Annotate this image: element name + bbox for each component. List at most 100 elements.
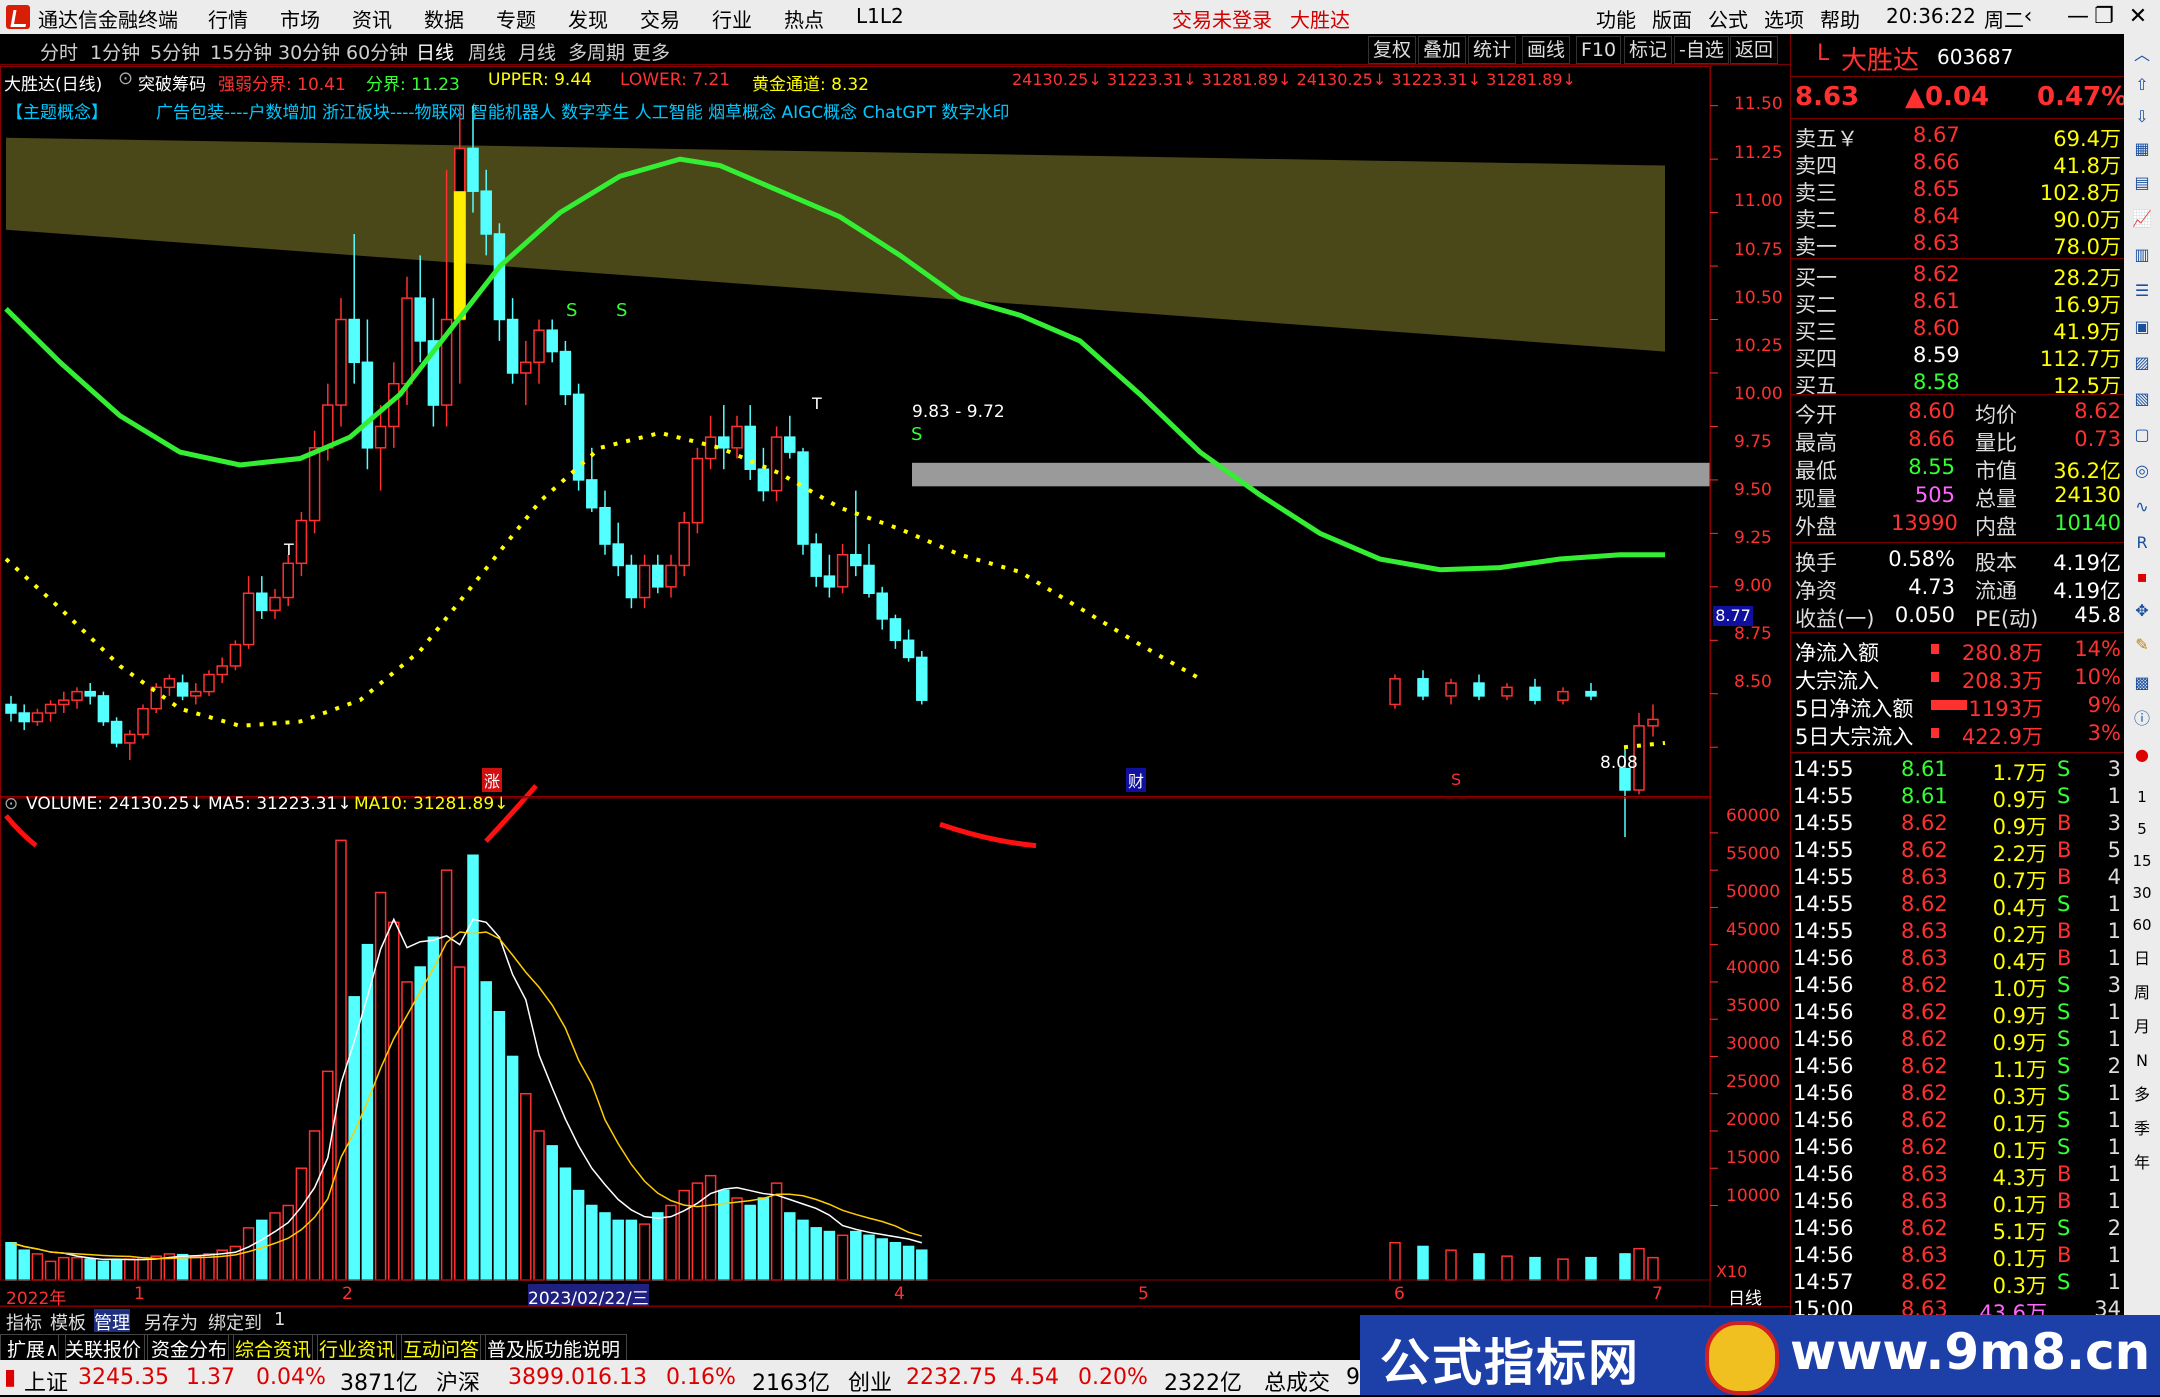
candle-body xyxy=(480,190,492,235)
menu-options[interactable]: 选项 xyxy=(1764,4,1804,33)
tool-mark[interactable]: 标记 xyxy=(1624,36,1673,64)
volume-settings-icon[interactable]: ⊙ xyxy=(4,794,18,814)
tool-back[interactable]: 返回 xyxy=(1730,36,1779,64)
book-row[interactable]: 卖三 8.65 102.8万 xyxy=(1791,176,2125,205)
kline-icon[interactable]: ▥ xyxy=(2129,242,2155,268)
side-tab-month[interactable]: 月 xyxy=(2129,1014,2155,1040)
book-row[interactable]: 买二 8.61 16.9万 xyxy=(1791,288,2125,317)
menu-market[interactable]: 市场 xyxy=(280,4,320,33)
move-icon[interactable]: ✥ xyxy=(2129,598,2155,624)
restore-icon[interactable]: ❐ xyxy=(2086,2,2122,32)
book-row[interactable]: 买五 8.58 12.5万 xyxy=(1791,369,2125,398)
menu-help[interactable]: 帮助 xyxy=(1820,4,1860,33)
finance-icon[interactable]: ▣ xyxy=(2129,314,2155,340)
sh-label[interactable]: 上证 xyxy=(24,1365,68,1397)
menu-discover[interactable]: 发现 xyxy=(568,4,608,33)
tool-watchlist[interactable]: -自选 xyxy=(1674,36,1729,64)
rsi-icon[interactable]: R xyxy=(2129,530,2155,556)
scroll-up-icon[interactable]: ⇧ xyxy=(2129,72,2155,98)
menu-l1l2[interactable]: L1L2 xyxy=(856,4,904,28)
tab-capital-dist[interactable]: 资金分布 xyxy=(144,1334,235,1363)
side-tab-week[interactable]: 周 xyxy=(2129,980,2155,1006)
hs-label[interactable]: 沪深 xyxy=(436,1365,480,1397)
chart-icon[interactable]: 📈 xyxy=(2129,206,2155,232)
close-icon[interactable]: ✕ xyxy=(2120,2,2156,32)
volume-bar xyxy=(889,1241,902,1281)
target-icon[interactable]: ◎ xyxy=(2129,458,2155,484)
side-num[interactable]: 60 xyxy=(2129,912,2155,938)
period-monthly[interactable]: 月线 xyxy=(518,38,556,65)
period-1min[interactable]: 1分钟 xyxy=(90,38,140,65)
watermark-logo-icon xyxy=(1705,1321,1779,1395)
tab-related-quotes[interactable]: 关联报价 xyxy=(58,1334,149,1363)
side-tab-n[interactable]: N xyxy=(2129,1048,2155,1074)
book-row[interactable]: 卖五￥ 8.67 69.4万 xyxy=(1791,122,2125,151)
wave-icon[interactable]: ∿ xyxy=(2129,494,2155,520)
list-icon[interactable]: ☰ xyxy=(2129,278,2155,304)
menu-formula[interactable]: 公式 xyxy=(1708,4,1748,33)
kline-chart[interactable] xyxy=(0,66,1790,1306)
side-num[interactable]: 1 xyxy=(2129,784,2155,810)
window-icon[interactable]: ▢ xyxy=(2129,422,2155,448)
side-num[interactable]: 30 xyxy=(2129,880,2155,906)
period-multi[interactable]: 多周期 xyxy=(568,38,625,65)
tab-extend[interactable]: 扩展∧ xyxy=(0,1334,66,1363)
tool-draw[interactable]: 画线 xyxy=(1522,36,1571,64)
tab-general-news[interactable]: 综合资讯 xyxy=(228,1334,319,1363)
book-row[interactable]: 卖一 8.63 78.0万 xyxy=(1791,230,2125,259)
fs-icon[interactable]: ▩ xyxy=(2129,670,2155,696)
info-icon[interactable]: ⓘ xyxy=(2129,706,2155,732)
period-daily[interactable]: 日线 xyxy=(416,38,454,65)
period-5min[interactable]: 5分钟 xyxy=(150,38,200,65)
tab-qa[interactable]: 互动问答 xyxy=(396,1334,487,1363)
login-status[interactable]: 交易未登录 xyxy=(1172,4,1272,33)
period-more[interactable]: 更多 xyxy=(632,38,670,65)
date-tick: 1 xyxy=(134,1284,145,1304)
f10-icon[interactable]: ▨ xyxy=(2129,350,2155,376)
tool-f10[interactable]: F10 xyxy=(1576,36,1622,64)
tool-stats[interactable]: 统计 xyxy=(1468,36,1517,64)
side-tab-year[interactable]: 年 xyxy=(2129,1150,2155,1176)
menu-trade[interactable]: 交易 xyxy=(640,4,680,33)
finance-event-mark[interactable]: 财 xyxy=(1126,768,1147,792)
menu-hot[interactable]: 热点 xyxy=(784,4,824,33)
pen-icon[interactable]: ✎ xyxy=(2129,632,2155,658)
cy-label[interactable]: 创业 xyxy=(848,1365,892,1397)
tool-overlay[interactable]: 叠加 xyxy=(1418,36,1467,64)
book-row[interactable]: 卖二 8.64 90.0万 xyxy=(1791,203,2125,232)
table-icon[interactable]: ▤ xyxy=(2129,170,2155,196)
tab-industry-news[interactable]: 行业资讯 xyxy=(312,1334,403,1363)
period-weekly[interactable]: 周线 xyxy=(468,38,506,65)
period-15min[interactable]: 15分钟 xyxy=(210,38,272,65)
period-60min[interactable]: 60分钟 xyxy=(346,38,408,65)
book-row[interactable]: 买三 8.60 41.9万 xyxy=(1791,315,2125,344)
menu-topics[interactable]: 专题 xyxy=(496,4,536,33)
menu-layout[interactable]: 版面 xyxy=(1652,4,1692,33)
menu-function[interactable]: 功能 xyxy=(1596,4,1636,33)
side-num[interactable]: 15 xyxy=(2129,848,2155,874)
tool-adjust[interactable]: 复权 xyxy=(1368,36,1417,64)
period-30min[interactable]: 30分钟 xyxy=(278,38,340,65)
tab-basic-info[interactable]: 普及版功能说明 xyxy=(480,1334,628,1363)
f2-icon[interactable]: ▧ xyxy=(2129,386,2155,412)
book-row[interactable]: 卖四 8.66 41.8万 xyxy=(1791,149,2125,178)
period-fenshi[interactable]: 分时 xyxy=(40,38,78,65)
side-num[interactable]: 5 xyxy=(2129,816,2155,842)
scroll-down-icon[interactable]: ⇩ xyxy=(2129,104,2155,130)
side-tab-day[interactable]: 日 xyxy=(2129,946,2155,972)
book-row[interactable]: 买四 8.59 112.7万 xyxy=(1791,342,2125,371)
menu-data[interactable]: 数据 xyxy=(424,4,464,33)
back-nav-icon[interactable]: ‹ xyxy=(2010,2,2046,32)
tab-bind-number[interactable]: 1 xyxy=(274,1309,285,1330)
volume-bar xyxy=(440,869,453,1281)
menu-quote[interactable]: 行情 xyxy=(208,4,248,33)
collapse-icon[interactable]: ︿ xyxy=(2129,42,2155,68)
side-tab-multi[interactable]: 多 xyxy=(2129,1082,2155,1108)
alert-icon[interactable]: ● xyxy=(2129,742,2155,768)
menu-news[interactable]: 资讯 xyxy=(352,4,392,33)
book-row[interactable]: 买一 8.62 28.2万 xyxy=(1791,261,2125,290)
side-tab-season[interactable]: 季 xyxy=(2129,1116,2155,1142)
menu-industry[interactable]: 行业 xyxy=(712,4,752,33)
grid-icon[interactable]: ▦ xyxy=(2129,136,2155,162)
calendar-icon[interactable]: ▪ xyxy=(2129,564,2155,590)
